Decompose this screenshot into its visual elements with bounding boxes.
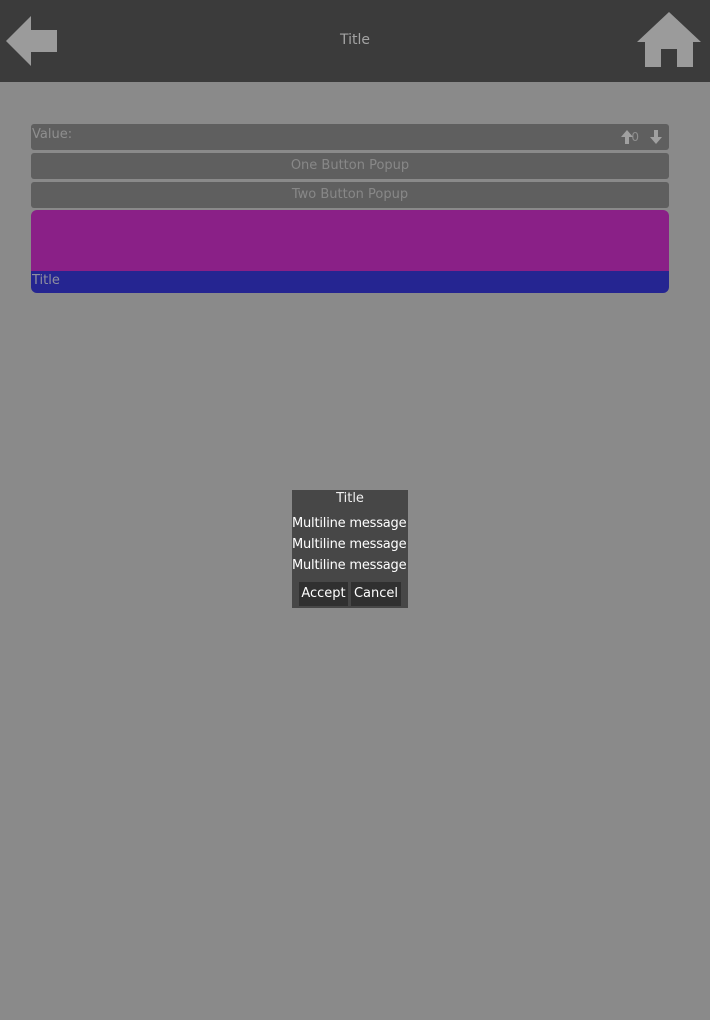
popup-message-line: Multiline message <box>292 558 407 573</box>
two-button-popup-button[interactable]: Two Button Popup <box>31 182 669 208</box>
cancel-button[interactable]: Cancel <box>351 582 401 606</box>
value-label: Value: <box>32 127 73 142</box>
color-panel[interactable]: Title <box>31 210 669 293</box>
popup-message-line: Multiline message <box>292 516 407 531</box>
top-bar: Title <box>0 0 710 82</box>
one-button-popup-button[interactable]: One Button Popup <box>31 153 669 179</box>
accept-button[interactable]: Accept <box>299 582 348 606</box>
popup-message-line: Multiline message <box>292 537 407 552</box>
home-icon <box>637 12 701 67</box>
color-swatch <box>31 210 669 271</box>
page-title: Title <box>339 32 370 48</box>
color-panel-caption: Title <box>31 271 669 293</box>
popup-dialog: Title Multiline message Multiline messag… <box>292 490 408 608</box>
home-button[interactable] <box>637 12 701 68</box>
arrow-up-icon[interactable] <box>620 129 634 145</box>
popup-title: Title <box>336 491 364 506</box>
value-stepper: Value: 0 <box>31 124 669 150</box>
arrow-down-icon[interactable] <box>649 129 663 145</box>
color-panel-title: Title <box>32 273 60 288</box>
